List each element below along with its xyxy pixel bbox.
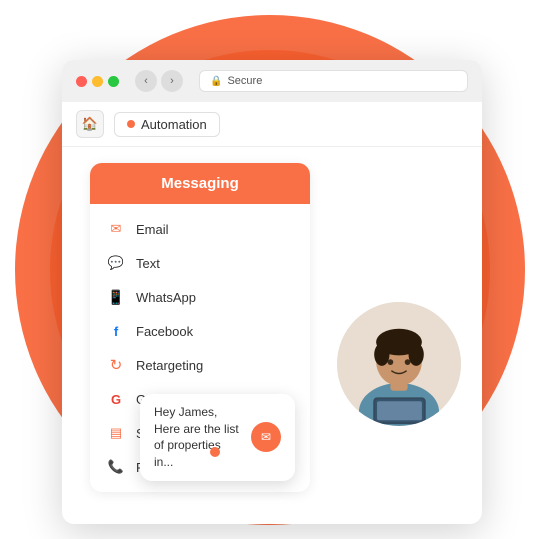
menu-item-whatsapp-label: WhatsApp [136,290,196,305]
breadcrumb: Automation [114,112,220,137]
browser-bottom-space [62,508,482,524]
home-button[interactable]: 🏠 [76,110,104,138]
browser-titlebar: ‹ › 🔒 Secure [62,60,482,102]
close-button[interactable] [76,76,87,87]
chat-bubble-text: Hey James,Here are the listof properties… [154,404,243,471]
menu-item-retargeting[interactable]: ↻ Retargeting [90,348,310,382]
portal-icon: ▤ [106,423,126,443]
retargeting-icon: ↻ [106,355,126,375]
breadcrumb-dot [127,120,135,128]
chat-text: Hey James,Here are the listof properties… [154,405,239,469]
text-icon: 💬 [106,253,126,273]
menu-item-text-label: Text [136,256,160,271]
email-icon: ✉ [106,219,126,239]
lock-icon: 🔒 [210,76,222,87]
whatsapp-icon: 📱 [106,287,126,307]
traffic-lights [76,76,119,87]
address-bar[interactable]: 🔒 Secure [199,70,468,92]
minimize-button[interactable] [92,76,103,87]
back-icon: ‹ [144,75,148,87]
email-icon: ✉ [261,430,271,444]
phone-icon: 📞 [106,457,126,477]
address-text: Secure [227,75,262,87]
breadcrumb-label: Automation [141,117,207,132]
home-icon: 🏠 [82,116,98,132]
person-svg [337,302,461,426]
menu-item-text[interactable]: 💬 Text [90,246,310,280]
scene: ‹ › 🔒 Secure 🏠 Automation [0,0,539,539]
nav-buttons: ‹ › [135,70,183,92]
menu-item-facebook-label: Facebook [136,324,193,339]
card-header-label: Messaging [161,175,239,192]
browser-toolbar: 🏠 Automation [62,102,482,147]
forward-icon: › [170,75,174,87]
menu-item-facebook[interactable]: f Facebook [90,314,310,348]
connector-dot [210,447,220,457]
maximize-button[interactable] [108,76,119,87]
forward-button[interactable]: › [161,70,183,92]
chat-email-icon: ✉ [251,422,281,452]
back-button[interactable]: ‹ [135,70,157,92]
google-icon: G [106,389,126,409]
menu-item-email-label: Email [136,222,169,237]
menu-item-retargeting-label: Retargeting [136,358,203,373]
menu-item-whatsapp[interactable]: 📱 WhatsApp [90,280,310,314]
menu-item-email[interactable]: ✉ Email [90,212,310,246]
person-avatar [334,299,464,429]
facebook-icon: f [106,321,126,341]
chat-bubble: Hey James,Here are the listof properties… [140,394,295,481]
card-header: Messaging [90,163,310,204]
